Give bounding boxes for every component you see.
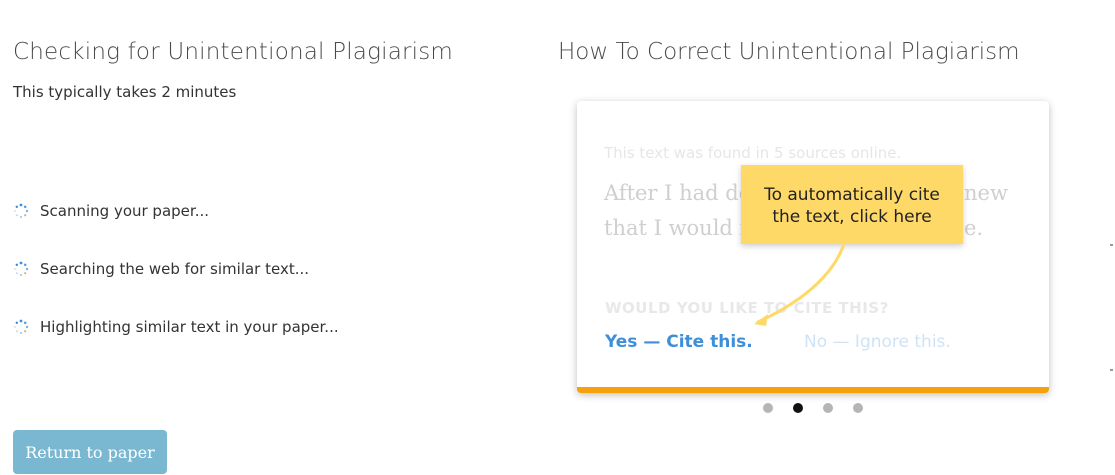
sample-text-line-1-end: new bbox=[964, 181, 1008, 205]
scroll-edge-mark bbox=[1110, 244, 1113, 246]
scroll-edge-mark bbox=[1110, 369, 1113, 371]
carousel-dots bbox=[763, 403, 883, 413]
step-highlighting: Highlighting similar text in your paper.… bbox=[13, 318, 339, 336]
carousel-dot[interactable] bbox=[763, 403, 773, 413]
loading-spinner-icon bbox=[14, 319, 29, 335]
step-scanning: Scanning your paper... bbox=[13, 202, 209, 220]
no-ignore-option[interactable]: No — Ignore this. bbox=[804, 332, 951, 352]
carousel-dot[interactable] bbox=[853, 403, 863, 413]
yes-cite-option[interactable]: Yes — Cite this. bbox=[605, 332, 753, 352]
sample-text-line-2-end: e. bbox=[964, 216, 984, 240]
tutorial-tooltip: To automatically cite the text, click he… bbox=[741, 165, 963, 244]
step-searching: Searching the web for similar text... bbox=[13, 260, 309, 278]
carousel-dot-active[interactable] bbox=[793, 403, 803, 413]
tooltip-line-2: the text, click here bbox=[772, 207, 932, 227]
curved-arrow-icon bbox=[754, 242, 846, 326]
step-label: Highlighting similar text in your paper.… bbox=[40, 318, 339, 336]
carousel-dot[interactable] bbox=[823, 403, 833, 413]
loading-spinner-icon bbox=[14, 261, 29, 277]
page-subtitle: This typically takes 2 minutes bbox=[13, 83, 237, 101]
tutorial-title: How To Correct Unintentional Plagiarism bbox=[558, 39, 1020, 65]
sample-text-line-2: that I would n bbox=[604, 216, 754, 240]
sample-text-line-1: After I had do bbox=[604, 181, 752, 205]
page-title: Checking for Unintentional Plagiarism bbox=[13, 39, 454, 65]
step-label: Searching the web for similar text... bbox=[40, 260, 310, 278]
tooltip-line-1: To automatically cite bbox=[764, 185, 940, 205]
step-label: Scanning your paper... bbox=[40, 202, 209, 220]
return-to-paper-button[interactable]: Return to paper bbox=[13, 430, 167, 474]
source-note: This text was found in 5 sources online. bbox=[604, 144, 902, 162]
loading-spinner-icon bbox=[14, 203, 29, 219]
